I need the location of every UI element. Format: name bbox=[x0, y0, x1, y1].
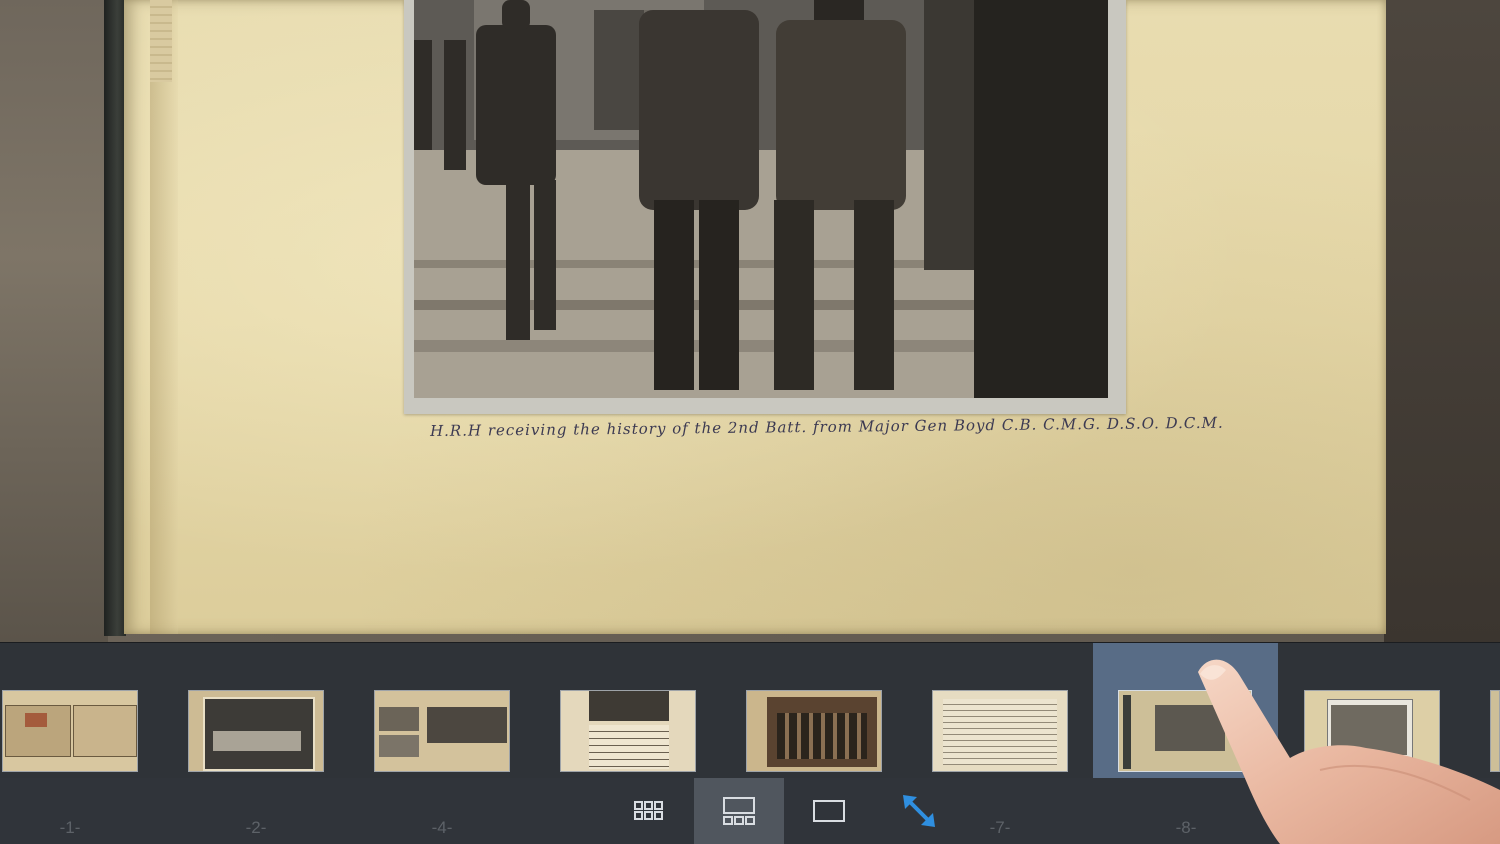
thumbnail-page-1[interactable] bbox=[2, 690, 138, 772]
archive-label bbox=[150, 0, 172, 82]
page-number: -4- bbox=[431, 818, 453, 837]
photograph-scene bbox=[414, 0, 1108, 398]
album-photograph bbox=[414, 0, 1108, 398]
album-spine bbox=[104, 0, 126, 636]
expand-arrows-icon bbox=[903, 795, 935, 827]
page-number: -8- bbox=[1175, 818, 1197, 837]
fullscreen-button[interactable] bbox=[874, 778, 964, 844]
single-page-view-button[interactable] bbox=[784, 778, 874, 844]
thumbnail-page-10[interactable] bbox=[1490, 690, 1500, 772]
grid-icon bbox=[634, 801, 663, 820]
thumbnail-page-6[interactable] bbox=[746, 690, 882, 772]
viewer-toolbar: -1- -2- -4- -7- -8- bbox=[0, 778, 1500, 844]
page-edge bbox=[150, 0, 178, 634]
single-page-icon bbox=[813, 800, 845, 822]
thumbnail-page-2[interactable] bbox=[188, 690, 324, 772]
grid-view-button[interactable] bbox=[604, 778, 694, 844]
page-number: -1- bbox=[59, 818, 81, 837]
thumbnail-strip[interactable] bbox=[0, 642, 1500, 779]
thumbnail-page-9[interactable] bbox=[1304, 690, 1440, 772]
background-left bbox=[0, 0, 108, 642]
thumbnail-page-5[interactable] bbox=[560, 690, 696, 772]
thumbnail-page-8[interactable] bbox=[1118, 690, 1252, 772]
filmstrip-icon bbox=[723, 797, 755, 825]
thumbnail-page-7[interactable] bbox=[932, 690, 1068, 772]
page-number: -2- bbox=[245, 818, 267, 837]
thumbnail-page-4[interactable] bbox=[374, 690, 510, 772]
album-page-viewer[interactable]: H.R.H receiving the history of the 2nd B… bbox=[0, 0, 1500, 642]
background-right bbox=[1384, 0, 1500, 642]
filmstrip-view-button[interactable] bbox=[694, 778, 784, 844]
